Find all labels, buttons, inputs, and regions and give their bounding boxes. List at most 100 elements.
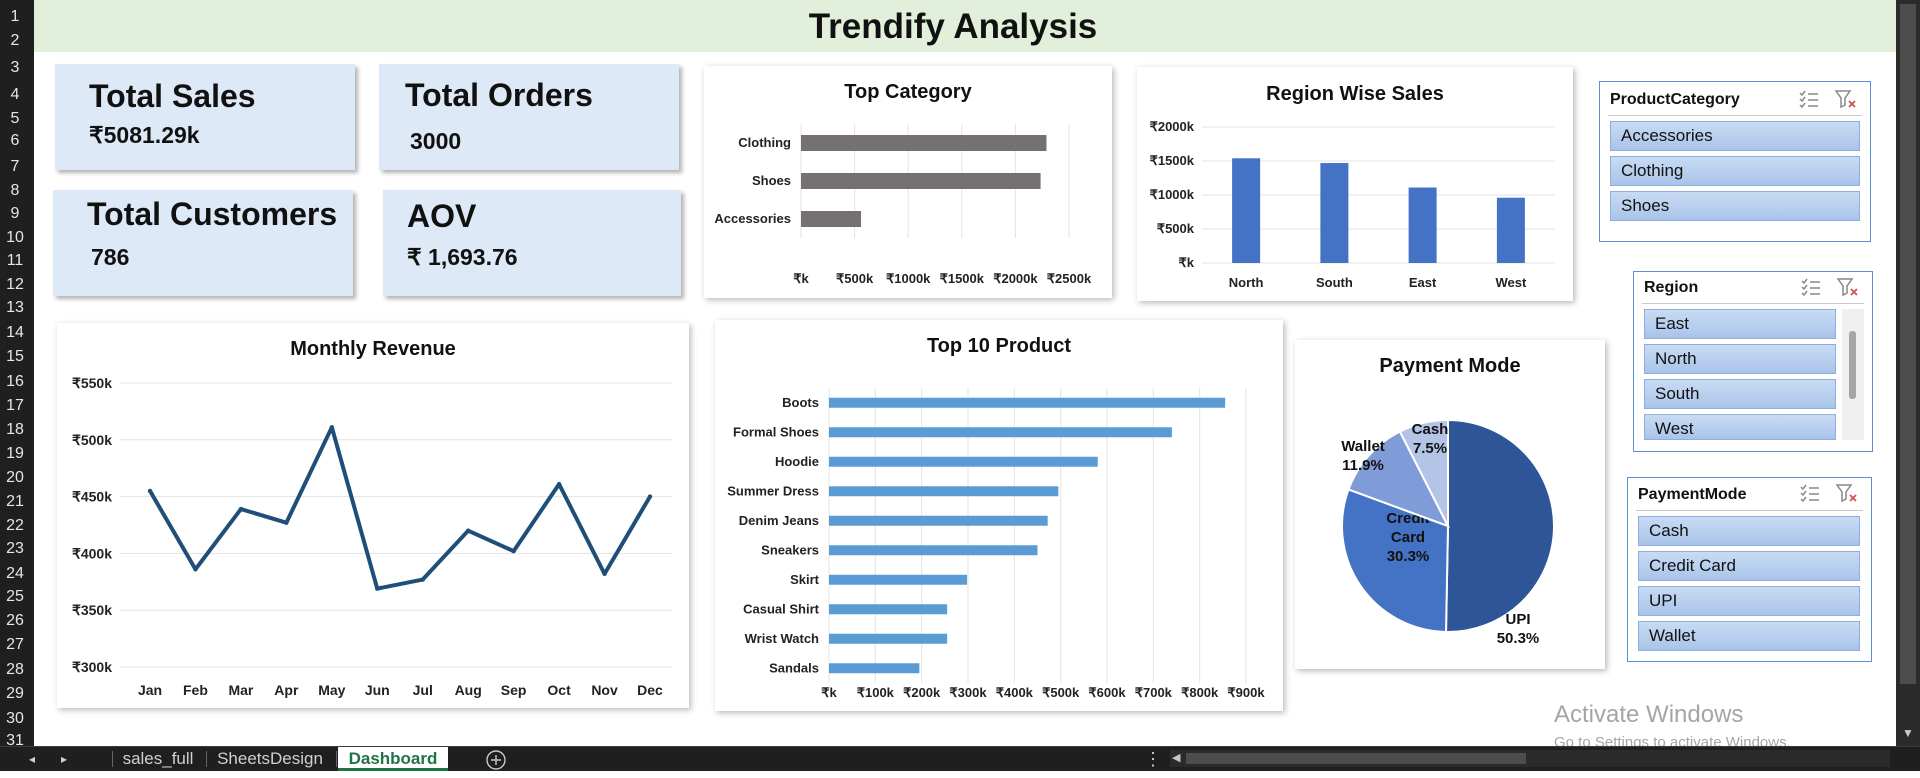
bar [829, 663, 920, 674]
scroll-tabs-left-icon[interactable]: ◂ [24, 747, 40, 771]
slicer-item-west[interactable]: West [1644, 414, 1836, 440]
row-number[interactable]: 19 [0, 446, 30, 462]
data-point [193, 567, 198, 572]
row-number[interactable]: 14 [0, 325, 30, 341]
slicer-item-credit-card[interactable]: Credit Card [1638, 551, 1860, 581]
row-number[interactable]: 29 [0, 686, 30, 702]
y-tick-label: ₹550k [72, 375, 112, 391]
row-number[interactable]: 16 [0, 374, 30, 390]
slicer-region[interactable]: Region East North South West [1633, 271, 1873, 452]
row-number[interactable]: 20 [0, 470, 30, 486]
scroll-left-icon[interactable]: ◀ [1172, 751, 1180, 764]
y-tick-label: ₹500k [1157, 221, 1195, 236]
row-number[interactable]: 13 [0, 300, 30, 316]
row-number[interactable]: 21 [0, 494, 30, 510]
kpi-label: Total Customers [87, 196, 338, 232]
row-number[interactable]: 4 [0, 87, 30, 103]
row-number[interactable]: 2 [0, 33, 30, 49]
slicer-item-east[interactable]: East [1644, 309, 1836, 339]
row-number[interactable]: 25 [0, 589, 30, 605]
slice-percent: 11.9% [1342, 457, 1384, 474]
tab-sheets-design[interactable]: SheetsDesign [208, 747, 332, 771]
x-tick-label: ₹500k [1042, 685, 1080, 700]
horizontal-scrollbar[interactable]: ◀ [1170, 750, 1890, 767]
slicer-item-upi[interactable]: UPI [1638, 586, 1860, 616]
row-number[interactable]: 7 [0, 159, 30, 175]
row-number[interactable]: 28 [0, 662, 30, 678]
tab-dashboard[interactable]: Dashboard [338, 747, 448, 771]
kpi-value: 3000 [410, 128, 462, 154]
payment-mode-chart[interactable]: Payment Mode UPI 50.3% Credit Card 30.3% Wall… [1295, 340, 1605, 669]
slicer-item-accessories[interactable]: Accessories [1610, 121, 1860, 151]
clear-filter-icon[interactable] [1836, 276, 1860, 298]
top-products-chart[interactable]: Top 10 Product ₹k ₹100k ₹200k ₹300k ₹400k ₹50… [715, 320, 1283, 711]
clear-filter-icon[interactable] [1834, 88, 1858, 110]
row-number[interactable]: 17 [0, 398, 30, 414]
slicer-product-category[interactable]: ProductCategory Accessories Clothing Sho… [1599, 81, 1871, 242]
row-number[interactable]: 30 [0, 711, 30, 727]
row-number[interactable]: 27 [0, 637, 30, 653]
vertical-scrollbar[interactable]: ▼ [1896, 0, 1920, 746]
slicer-item-wallet[interactable]: Wallet [1638, 621, 1860, 651]
bar [829, 574, 968, 585]
category-label: Hoodie [775, 454, 819, 469]
slicer-item-clothing[interactable]: Clothing [1610, 156, 1860, 186]
top-category-chart[interactable]: Top Category ₹k ₹500k ₹1000k ₹1500k ₹2000k ₹2… [704, 66, 1112, 298]
row-number[interactable]: 10 [0, 230, 30, 246]
x-tick-label: May [318, 682, 345, 698]
slicer-divider [1636, 510, 1863, 511]
row-number[interactable]: 22 [0, 518, 30, 534]
vertical-scrollbar-thumb[interactable] [1900, 4, 1916, 684]
region-sales-chart[interactable]: Region Wise Sales ₹k ₹500k ₹1000k ₹1500k ₹20… [1137, 67, 1573, 301]
data-point [238, 506, 244, 512]
slice-percent: 50.3% [1497, 630, 1540, 647]
x-tick-label: Dec [637, 682, 663, 698]
row-number[interactable]: 1 [0, 9, 30, 25]
row-number[interactable]: 8 [0, 183, 30, 199]
payment-mode-plot: UPI50.3%CreditCard30.3%Wallet11.9%Cash7.… [1341, 418, 1556, 647]
add-sheet-icon[interactable] [484, 747, 508, 771]
row-number[interactable]: 11 [0, 253, 30, 269]
slicer-item-shoes[interactable]: Shoes [1610, 191, 1860, 221]
more-options-icon[interactable]: ⋮ [1144, 747, 1162, 771]
monthly-revenue-chart[interactable]: Monthly Revenue ₹300k ₹350k ₹400k ₹450k ₹500… [57, 323, 689, 708]
y-tick-label: ₹300k [72, 659, 112, 675]
clear-filter-icon[interactable] [1835, 482, 1859, 504]
region-sales-plot: ₹k ₹500k ₹1000k ₹1500k ₹2000k North South East W… [1150, 119, 1555, 290]
multi-select-icon[interactable] [1797, 88, 1821, 110]
row-number[interactable]: 3 [0, 60, 30, 76]
slicer-item-cash[interactable]: Cash [1638, 516, 1860, 546]
horizontal-scrollbar-thumb[interactable] [1186, 753, 1526, 764]
category-label: West [1495, 275, 1526, 290]
bar [801, 135, 1047, 151]
row-number[interactable]: 24 [0, 566, 30, 582]
scroll-tabs-right-icon[interactable]: ▸ [56, 747, 72, 771]
slicer-scrollbar-track[interactable] [1842, 309, 1864, 440]
slicer-item-south[interactable]: South [1644, 379, 1836, 409]
x-tick-label: ₹800k [1181, 685, 1219, 700]
y-tick-label: ₹2000k [1150, 119, 1195, 134]
x-tick-label: ₹700k [1135, 685, 1173, 700]
row-number[interactable]: 5 [0, 111, 30, 127]
row-number[interactable]: 12 [0, 277, 30, 293]
bar [829, 604, 948, 615]
row-number[interactable]: 18 [0, 422, 30, 438]
category-label: Formal Shoes [733, 424, 819, 439]
slicer-scrollbar-thumb[interactable] [1849, 331, 1856, 399]
multi-select-icon[interactable] [1798, 482, 1822, 504]
row-number[interactable]: 15 [0, 349, 30, 365]
scroll-down-icon[interactable]: ▼ [1902, 726, 1914, 740]
multi-select-icon[interactable] [1799, 276, 1823, 298]
row-number[interactable]: 9 [0, 206, 30, 222]
slicer-payment-mode[interactable]: PaymentMode Cash Credit Card UPI Wallet [1627, 477, 1872, 662]
slicer-title: Region [1644, 279, 1699, 296]
data-point [284, 520, 289, 525]
row-number[interactable]: 26 [0, 613, 30, 629]
row-number[interactable]: 23 [0, 541, 30, 557]
row-number[interactable]: 6 [0, 133, 30, 149]
x-tick-label: Apr [274, 682, 299, 698]
slicer-item-north[interactable]: North [1644, 344, 1836, 374]
x-tick-label: Oct [547, 682, 571, 698]
tab-sales-full[interactable]: sales_full [114, 747, 202, 771]
activate-windows-watermark: Activate Windows [1554, 701, 1744, 728]
